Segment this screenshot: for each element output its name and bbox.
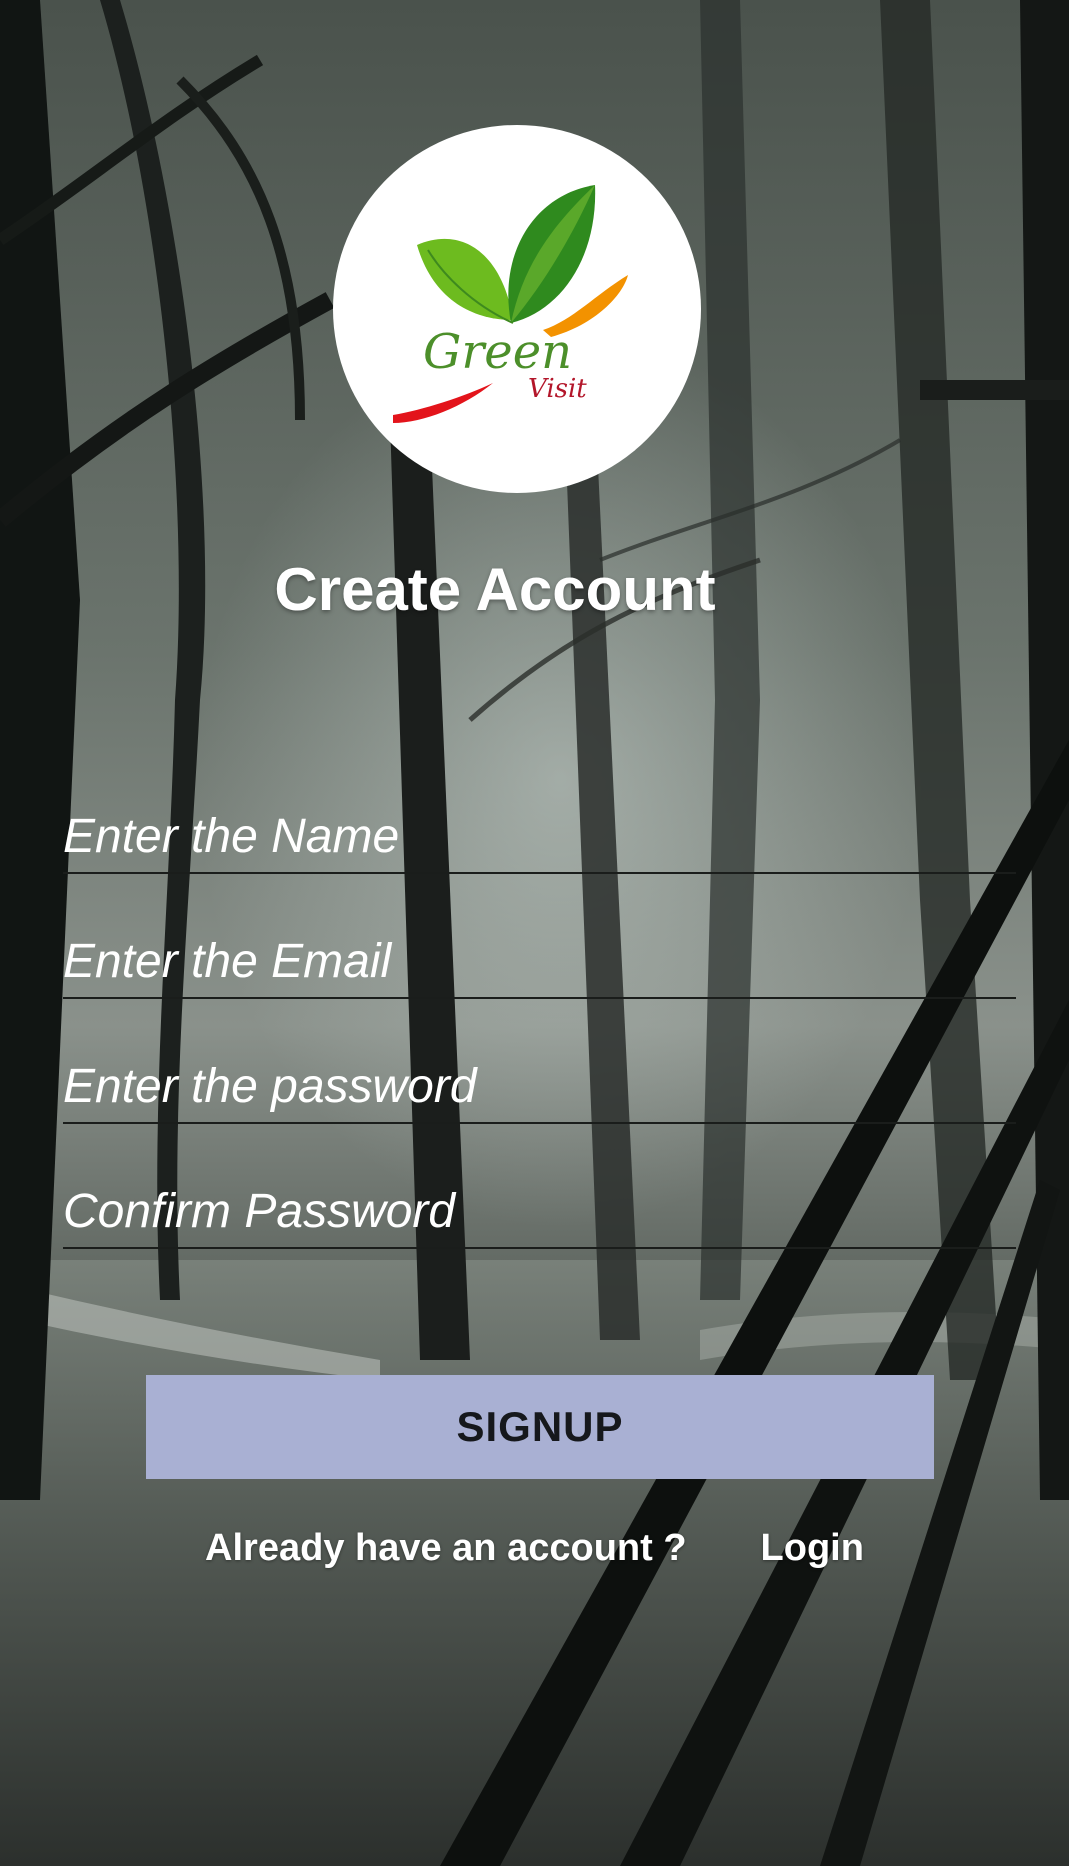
- password-input[interactable]: [63, 1050, 1016, 1122]
- email-field[interactable]: [63, 925, 1016, 999]
- name-field[interactable]: [63, 800, 1016, 874]
- green-visit-logo: Green Visit: [333, 125, 701, 493]
- account-prompt-text: Already have an account ?: [205, 1526, 687, 1569]
- page-title: Create Account: [274, 556, 716, 623]
- logo-brand-sub: Visit: [528, 374, 587, 404]
- password-field[interactable]: [63, 1050, 1016, 1124]
- email-input[interactable]: [63, 925, 1016, 997]
- signup-button[interactable]: SIGNUP: [146, 1375, 934, 1479]
- confirm-password-field[interactable]: [63, 1175, 1016, 1249]
- login-link[interactable]: Login: [761, 1527, 864, 1570]
- logo-brand-word: Green: [423, 324, 572, 380]
- name-input[interactable]: [63, 800, 1016, 872]
- confirm-password-input[interactable]: [63, 1175, 1016, 1247]
- green-visit-logo-graphic: Green Visit: [393, 185, 628, 423]
- login-prompt-row: Already have an account ? Login: [0, 1520, 1069, 1576]
